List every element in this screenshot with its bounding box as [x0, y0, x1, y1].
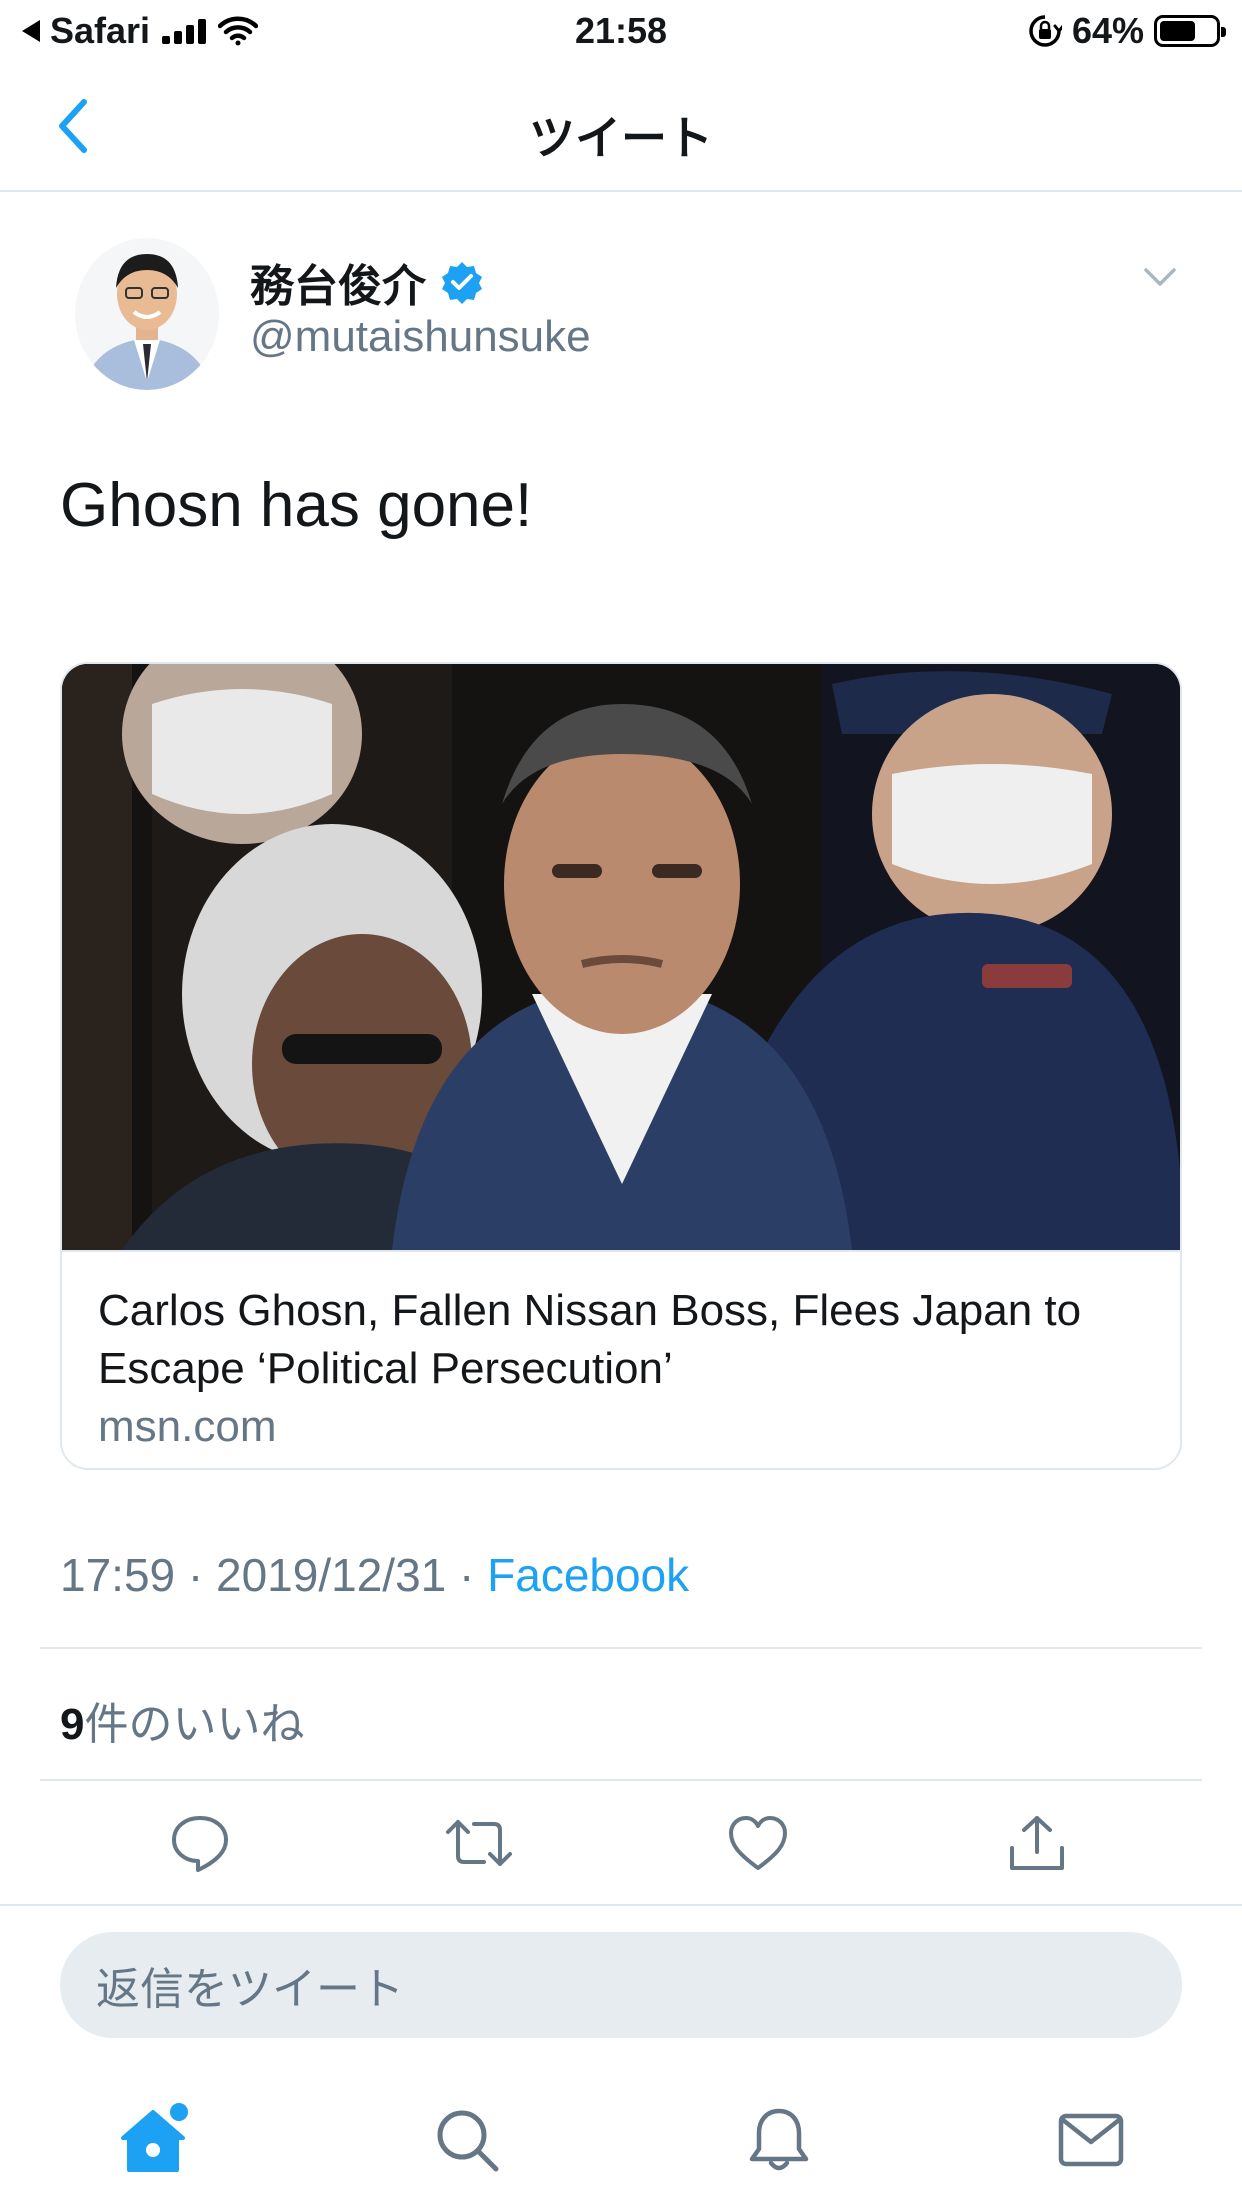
- tab-messages[interactable]: [1051, 2100, 1131, 2180]
- retweet-icon: [446, 1820, 512, 1866]
- reply-placeholder: 返信をツイート: [96, 1965, 404, 2014]
- orientation-lock-icon: [1029, 15, 1062, 47]
- reply-input[interactable]: 返信をツイート: [60, 1932, 1182, 2038]
- search-icon: [437, 2110, 499, 2172]
- notifications-icon: [749, 2108, 809, 2171]
- status-bar: Safari 21:58 64%: [0, 0, 1242, 62]
- tab-home[interactable]: [115, 2100, 195, 2180]
- reply-icon: [172, 1816, 228, 1872]
- likes-count: 9: [60, 1700, 85, 1749]
- tweet-date: 2019/12/31: [216, 1549, 447, 1601]
- battery-level: [1160, 21, 1195, 41]
- tab-search[interactable]: [427, 2100, 507, 2180]
- chevron-down-icon[interactable]: [1140, 262, 1180, 292]
- meta-separator: ·: [187, 1549, 204, 1601]
- like-button[interactable]: [723, 1808, 793, 1878]
- status-right: 64%: [1028, 10, 1226, 52]
- tweet-meta: 17:59 · 2019/12/31 · Facebook: [60, 1548, 689, 1602]
- home-icon: [121, 2103, 188, 2172]
- tab-notifications[interactable]: [739, 2100, 819, 2180]
- user-name-row[interactable]: 務台俊介: [250, 250, 484, 314]
- card-title: Carlos Ghosn, Fallen Nissan Boss, Flees …: [98, 1286, 1082, 1393]
- tab-bar: [0, 2080, 1242, 2208]
- retweet-button[interactable]: [444, 1808, 514, 1878]
- tweet-source-link[interactable]: Facebook: [487, 1549, 689, 1601]
- verified-badge-icon: [442, 262, 482, 304]
- share-icon: [1010, 1816, 1064, 1870]
- battery-icon: [1154, 15, 1226, 47]
- divider: [40, 1779, 1202, 1781]
- user-name: 務台俊介: [250, 262, 426, 311]
- user-handle[interactable]: @mutaishunsuke: [250, 312, 591, 362]
- meta-separator: ·: [459, 1549, 475, 1601]
- card-body[interactable]: Carlos Ghosn, Fallen Nissan Boss, Flees …: [62, 1250, 1180, 1468]
- share-button[interactable]: [1002, 1808, 1072, 1878]
- like-icon: [729, 1816, 787, 1870]
- likes-row[interactable]: 9件のいいね: [60, 1688, 304, 1752]
- messages-icon: [1058, 2113, 1124, 2167]
- avatar[interactable]: [72, 232, 222, 392]
- card-domain: msn.com: [98, 1402, 277, 1451]
- reply-button[interactable]: [165, 1808, 235, 1878]
- link-card[interactable]: Carlos Ghosn, Fallen Nissan Boss, Flees …: [60, 662, 1182, 1470]
- tweet-actions: [0, 1808, 1242, 1888]
- likes-label: 件のいいね: [84, 1700, 305, 1749]
- divider: [0, 1904, 1242, 1906]
- tweet-text: Ghosn has gone!: [60, 471, 533, 540]
- tweet-header: 務台俊介 @mutaishunsuke: [60, 232, 1190, 402]
- battery-percent: 64%: [1071, 10, 1144, 51]
- nav-bar: ツイート: [0, 62, 1242, 192]
- card-image: [62, 664, 1180, 1250]
- tweet-time: 17:59: [60, 1549, 176, 1601]
- divider: [40, 1647, 1202, 1649]
- page-title: ツイート: [529, 112, 713, 164]
